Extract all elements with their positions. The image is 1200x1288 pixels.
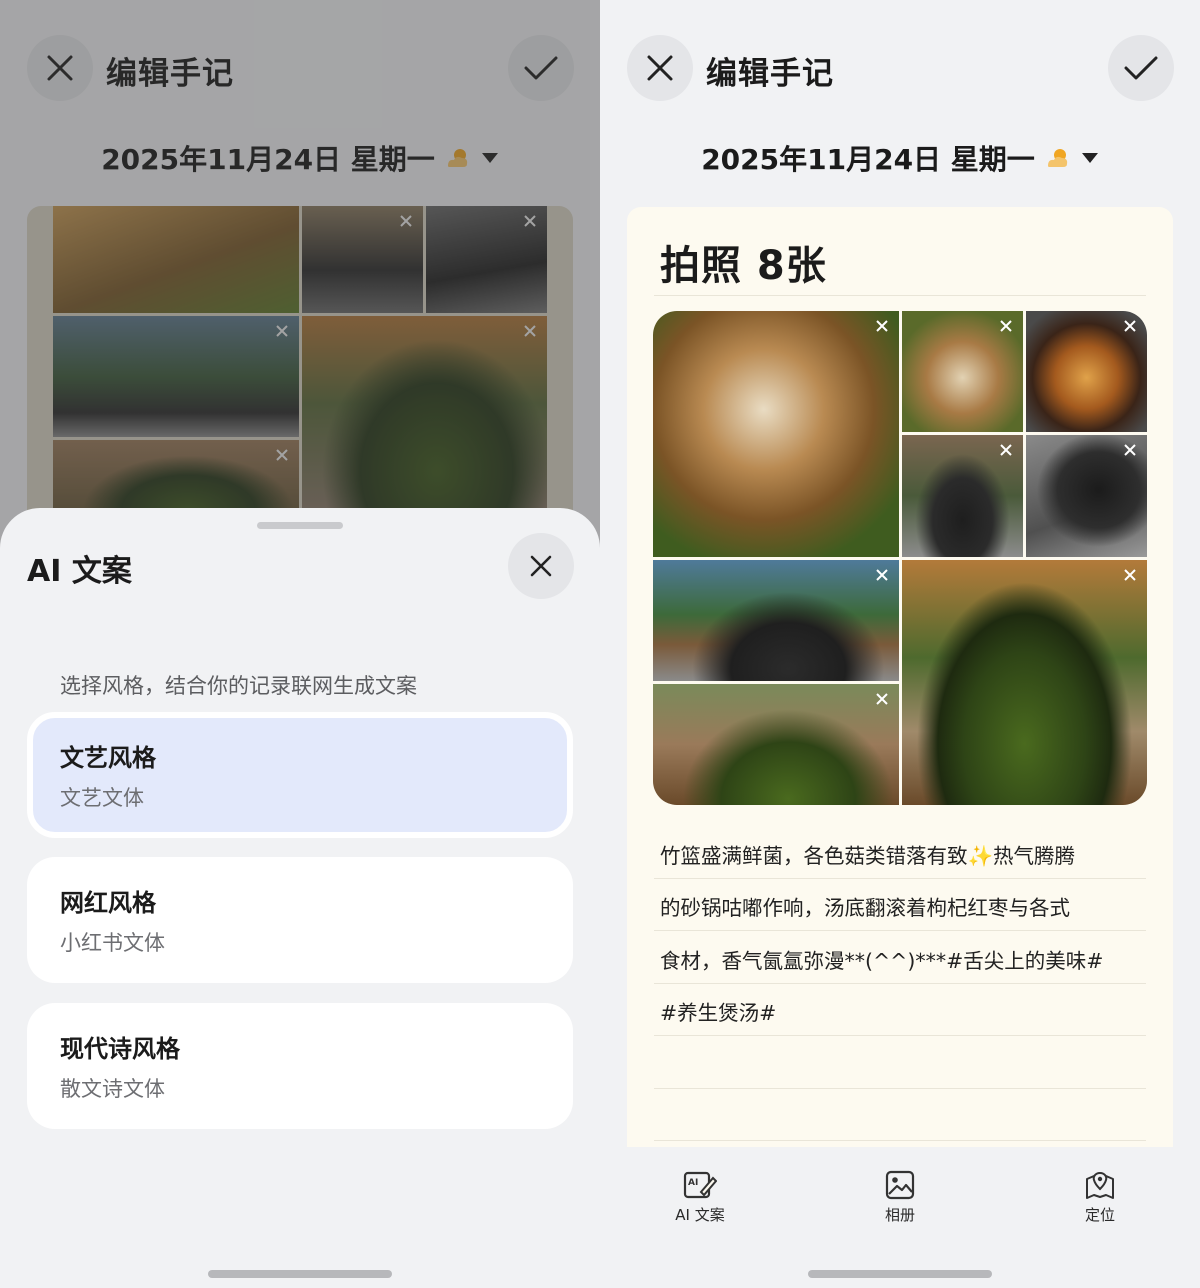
remove-photo-icon[interactable]: [997, 441, 1015, 459]
bottom-toolbar: AI AI 文案 相册 定位: [600, 1148, 1200, 1248]
style-name: 文艺风格: [60, 744, 156, 772]
style-option-modern-poetry[interactable]: 现代诗风格 散文诗文体: [27, 1003, 573, 1129]
photo-mushroom-baskets[interactable]: [653, 311, 899, 557]
style-sub: 散文诗文体: [60, 1077, 165, 1101]
sheet-title: AI 文案: [27, 554, 132, 589]
style-sub: 文艺文体: [60, 786, 144, 810]
photo-clay-pot-closeup[interactable]: [1026, 435, 1147, 557]
tool-label: AI 文案: [675, 1206, 725, 1224]
right-screen: 编辑手记 2025年11月24日 星期一 拍照 8张 竹篮盛满鲜菌，各色菇类错落…: [600, 0, 1200, 1288]
page-title: 编辑手记: [706, 56, 834, 92]
divider: [654, 1035, 1146, 1036]
dim-overlay[interactable]: [0, 0, 600, 560]
tool-label: 相册: [884, 1206, 915, 1224]
home-indicator[interactable]: [208, 1270, 392, 1278]
divider: [654, 983, 1146, 984]
divider: [654, 1140, 1146, 1141]
note-text-line[interactable]: #养生煲汤#: [660, 996, 776, 1026]
check-icon: [1124, 56, 1158, 80]
location-button[interactable]: 定位: [1050, 1170, 1150, 1225]
divider: [654, 930, 1146, 931]
note-title[interactable]: 拍照 8张: [660, 233, 827, 291]
album-button[interactable]: 相册: [850, 1170, 950, 1225]
ai-copy-button[interactable]: AI AI 文案: [650, 1170, 750, 1225]
location-icon: [1086, 1171, 1114, 1199]
close-icon: [647, 55, 673, 81]
tool-label: 定位: [1084, 1206, 1115, 1224]
remove-photo-icon[interactable]: [873, 317, 891, 335]
note-text-line[interactable]: 的砂锅咕嘟作响，汤底翻滚着枸杞红枣与各式: [660, 891, 1070, 921]
remove-photo-icon[interactable]: [1121, 441, 1139, 459]
ai-copy-sheet: AI 文案 选择风格，结合你的记录联网生成文案 文艺风格 文艺文体 网红风格 小…: [0, 508, 600, 1288]
sheet-close-button[interactable]: [508, 533, 574, 599]
album-icon: [885, 1170, 915, 1200]
ai-copy-icon: AI: [683, 1171, 717, 1199]
note-text-line[interactable]: 食材，香气氤氲弥漫**(^^)***#舌尖上的美味#: [660, 944, 1103, 974]
confirm-button[interactable]: [1108, 35, 1174, 101]
home-indicator[interactable]: [808, 1270, 992, 1278]
divider: [654, 878, 1146, 879]
left-screen: 编辑手记 2025年11月24日 星期一 AI 文案 选择风格，结合你的记录联网…: [0, 0, 600, 1288]
photo-soup-pot[interactable]: [1026, 311, 1147, 432]
photo-collage: [653, 311, 1147, 805]
photo-mushroom-basket-small[interactable]: [902, 311, 1023, 432]
partly-sunny-icon: [1047, 149, 1067, 167]
remove-photo-icon[interactable]: [873, 690, 891, 708]
style-sub: 小红书文体: [60, 931, 165, 955]
remove-photo-icon[interactable]: [873, 566, 891, 584]
remove-photo-icon[interactable]: [1121, 566, 1139, 584]
divider: [654, 1088, 1146, 1089]
photo-clay-pot[interactable]: [902, 435, 1023, 557]
remove-photo-icon[interactable]: [1121, 317, 1139, 335]
photo-pot-table[interactable]: [653, 684, 899, 805]
sheet-grabber[interactable]: [257, 522, 343, 529]
close-icon: [530, 555, 552, 577]
style-name: 网红风格: [60, 889, 156, 917]
style-option-influencer[interactable]: 网红风格 小红书文体: [27, 857, 573, 983]
divider: [654, 295, 1146, 296]
photo-table-kettle[interactable]: [653, 560, 899, 681]
style-name: 现代诗风格: [60, 1035, 180, 1063]
svg-text:AI: AI: [688, 1178, 698, 1188]
close-button[interactable]: [627, 35, 693, 101]
remove-photo-icon[interactable]: [997, 317, 1015, 335]
note-text-line[interactable]: 竹篮盛满鲜菌，各色菇类错落有致✨热气腾腾: [660, 839, 1075, 869]
sheet-hint: 选择风格，结合你的记录联网生成文案: [60, 674, 417, 698]
date-selector[interactable]: 2025年11月24日 星期一: [600, 138, 1200, 178]
dropdown-arrow-icon: [1081, 153, 1098, 163]
photo-green-lid[interactable]: [902, 560, 1147, 805]
note-card: 拍照 8张 竹篮盛满鲜菌，各色菇类错落有致✨热气腾腾 的砂锅咕嘟作响，汤底翻滚着…: [627, 207, 1173, 1147]
style-option-literary[interactable]: 文艺风格 文艺文体: [27, 712, 573, 838]
date-text: 2025年11月24日 星期一: [701, 143, 1035, 176]
